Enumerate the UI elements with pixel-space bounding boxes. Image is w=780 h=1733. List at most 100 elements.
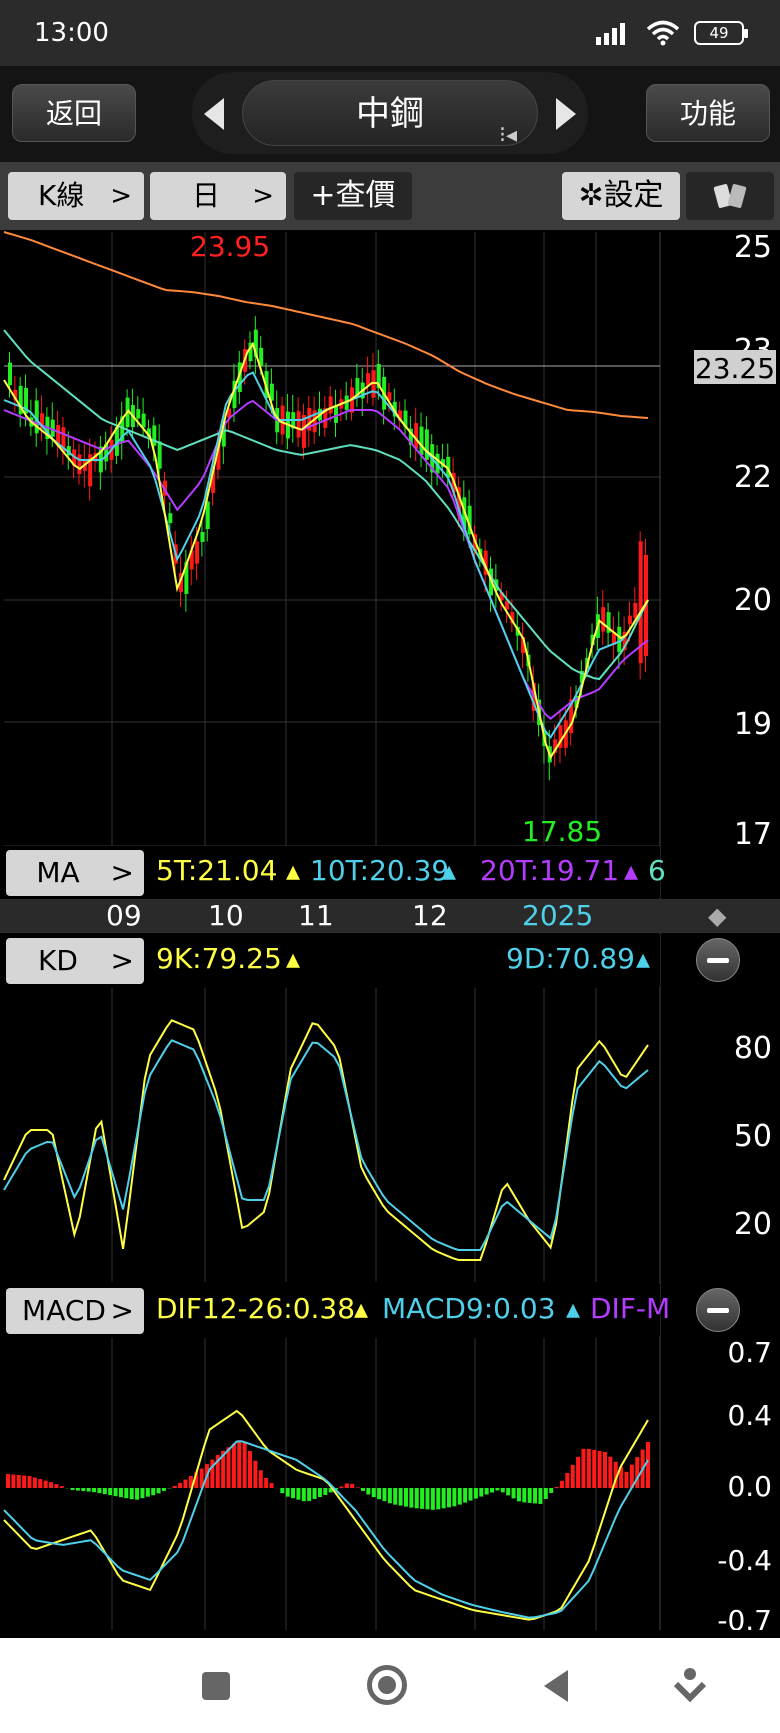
macd-bar (237, 1440, 242, 1488)
macd-bar (43, 1480, 48, 1488)
macd-bar (500, 1488, 505, 1493)
macd-label: MACD (22, 1294, 106, 1327)
d-value: 9D:70.89 (506, 942, 635, 975)
macd-bar (161, 1488, 166, 1491)
macd-bar (511, 1488, 516, 1499)
query-price-button[interactable]: +查價 (294, 172, 412, 220)
macd-bar (565, 1473, 570, 1488)
chart-toolbar: K線 > 日 > +查價 ✲設定 (0, 162, 780, 230)
chevron-right-icon: > (110, 856, 134, 889)
battery-icon: 49 (694, 21, 748, 45)
macd-bar (414, 1488, 419, 1509)
back-icon[interactable] (544, 1670, 568, 1702)
kline-button[interactable]: K線 > (8, 172, 144, 220)
home-icon[interactable] (367, 1665, 407, 1705)
macd-y-tick: 0.0 (727, 1470, 772, 1503)
macd-bar (32, 1477, 37, 1488)
ma-button[interactable]: MA > (6, 850, 144, 896)
stock-title[interactable]: 中鋼 ⁝◂ (242, 80, 538, 148)
flag-icon: ▴ (442, 854, 457, 887)
macd-bar (59, 1486, 64, 1488)
menu-dots-icon[interactable]: ⁝◂ (495, 103, 521, 148)
macd-bar (280, 1488, 285, 1494)
macd-bar (382, 1488, 387, 1502)
macd-bar (393, 1488, 398, 1505)
ma-indicator-bar: MA > 5T:21.04 ▴ 10T:20.39 ▴ 20T:19.71 ▴ 6 (0, 846, 666, 898)
candle-body (366, 373, 371, 386)
macd-bar (317, 1488, 322, 1498)
month-label: 09 (106, 899, 142, 932)
macd-bar (145, 1488, 150, 1497)
candle-body (617, 626, 622, 652)
flag-icon: ▴ (286, 942, 301, 975)
gear-icon: ✲ (578, 178, 604, 213)
kd-close-icon[interactable] (696, 938, 740, 982)
recent-apps-icon[interactable] (202, 1672, 230, 1700)
status-time: 13:00 (34, 18, 109, 48)
next-stock-icon[interactable] (556, 98, 576, 130)
macd-bar (522, 1488, 527, 1503)
macd-bar (409, 1488, 414, 1508)
macd-bar (436, 1488, 441, 1510)
macd-bar (253, 1460, 258, 1488)
rotate-icon (713, 184, 747, 208)
candle-body (195, 541, 200, 564)
k-value: 9K:79.25 (156, 942, 282, 975)
kd-indicator-bar: KD > 9K:79.25 ▴ 9D:70.89 ▴ (0, 934, 660, 986)
function-button[interactable]: 功能 (646, 84, 770, 142)
ma20-value: 20T:19.71 (480, 854, 620, 887)
macd-bar (172, 1485, 177, 1488)
download-icon[interactable] (672, 1666, 708, 1706)
macd-bar (156, 1488, 161, 1494)
macd-bar (597, 1450, 602, 1488)
macd-bar (576, 1456, 581, 1488)
macd-bar (258, 1470, 263, 1488)
macd-y-tick: 0.4 (727, 1399, 772, 1432)
month-axis: 09 10 11 12 2025 ◆ (0, 899, 780, 933)
rotate-screen-button[interactable] (686, 172, 774, 220)
macd-indicator-bar: MACD > DIF12-26:0.38 ▴ MACD9:0.03 ▴ DIF-M (0, 1284, 670, 1336)
prev-stock-icon[interactable] (204, 98, 224, 130)
flag-icon: ▴ (636, 942, 651, 975)
y-tick-label: 17 (734, 817, 772, 852)
macd-button[interactable]: MACD > (6, 1288, 144, 1334)
macd-bar (269, 1483, 274, 1488)
ma60-value: 6 (648, 854, 666, 887)
macd-bar (38, 1479, 43, 1488)
macd-bar (113, 1488, 118, 1497)
macd-bar (430, 1488, 435, 1510)
settings-button[interactable]: ✲設定 (562, 172, 680, 220)
macd-bar (559, 1480, 564, 1488)
kd-y-tick: 50 (734, 1119, 772, 1154)
period-button[interactable]: 日 > (150, 172, 286, 220)
macd-bar (75, 1488, 80, 1491)
macd-bar (248, 1451, 253, 1488)
kd-y-tick: 80 (734, 1031, 772, 1066)
month-label: 10 (208, 899, 244, 932)
macd-bar (624, 1471, 629, 1488)
macd-bar (151, 1488, 156, 1496)
macd-bar (646, 1442, 650, 1488)
macd-bar (264, 1478, 269, 1488)
settings-label: 設定 (603, 178, 664, 213)
macd-bar (420, 1488, 425, 1509)
candle-body (601, 607, 606, 632)
y-tick-label: 25 (734, 230, 772, 265)
chevron-right-icon: > (110, 944, 134, 977)
nav-bar: 返回 中鋼 ⁝◂ 功能 (0, 66, 780, 162)
macd-bar (124, 1488, 129, 1499)
flag-icon: ▴ (354, 1292, 369, 1325)
macd-close-icon[interactable] (696, 1288, 740, 1332)
macd-bar (602, 1451, 607, 1488)
macd-bar (425, 1488, 430, 1510)
macd-bar (468, 1488, 473, 1501)
resize-handle-icon[interactable]: ◆ (708, 899, 726, 933)
kd-button[interactable]: KD > (6, 938, 144, 984)
back-button[interactable]: 返回 (12, 84, 136, 142)
kline-label: K線 (38, 179, 85, 212)
macd-bar (350, 1483, 355, 1488)
macd-bar (366, 1488, 371, 1495)
candle-body (157, 441, 162, 469)
macd-bar (538, 1488, 543, 1504)
candle-body (200, 531, 205, 542)
